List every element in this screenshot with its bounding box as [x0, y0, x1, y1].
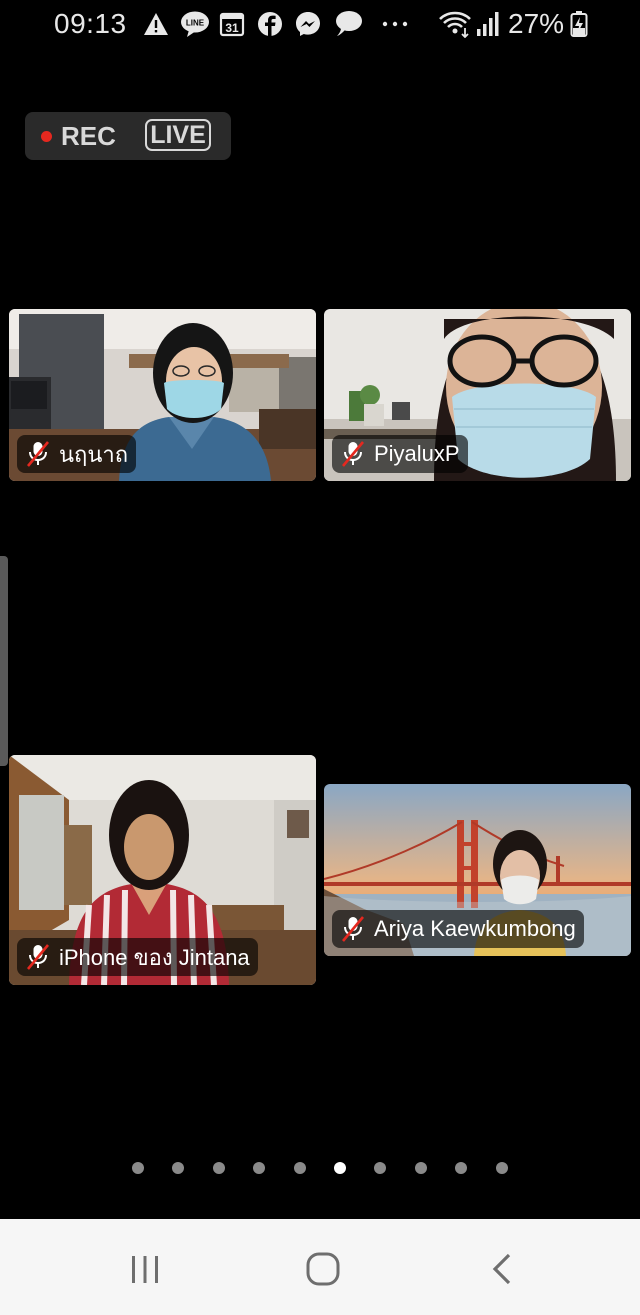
more-dots-icon	[382, 10, 408, 38]
rec-label: REC	[61, 121, 116, 151]
participant-video-tile[interactable]: iPhone ของ Jintana	[9, 755, 316, 985]
page-dot[interactable]	[132, 1162, 144, 1174]
back-icon[interactable]	[483, 1249, 523, 1289]
home-icon[interactable]	[303, 1249, 343, 1289]
participant-video-tile[interactable]: Ariya Kaewkumbong	[324, 784, 631, 956]
participant-name: นฤนาถ	[59, 441, 129, 467]
calendar-day: 31	[225, 21, 239, 35]
participant-name-bar: Ariya Kaewkumbong	[332, 910, 584, 948]
chat-bubble-icon	[333, 10, 363, 38]
messenger-icon	[295, 10, 321, 38]
recording-indicator[interactable]: REC LIVE	[25, 112, 231, 160]
page-dot[interactable]	[172, 1162, 185, 1174]
page-dot[interactable]	[334, 1162, 346, 1174]
line-app-label: LINE	[186, 19, 205, 28]
participant-name-bar: PiyaluxP	[332, 435, 468, 473]
alert-icon	[143, 10, 169, 38]
mic-muted-icon	[342, 916, 364, 942]
battery-charging-icon	[570, 10, 588, 38]
page-dot[interactable]	[495, 1162, 508, 1174]
participant-name-bar: iPhone ของ Jintana	[17, 938, 258, 976]
page-dot[interactable]	[293, 1162, 306, 1174]
record-dot-icon	[41, 131, 52, 142]
signal-icon	[476, 10, 500, 38]
participant-name: PiyaluxP	[374, 441, 460, 466]
participant-name-bar: นฤนาถ	[17, 435, 137, 473]
participant-name: iPhone ของ Jintana	[59, 944, 250, 970]
live-badge[interactable]: LIVE	[145, 119, 211, 151]
mic-muted-icon	[27, 944, 49, 970]
page-dot[interactable]	[253, 1162, 266, 1174]
calendar-icon: 31	[219, 10, 245, 38]
system-nav-bar	[0, 1219, 640, 1315]
page-dot[interactable]	[374, 1162, 387, 1174]
page-indicator[interactable]	[0, 1160, 640, 1178]
participant-name: Ariya Kaewkumbong	[374, 916, 576, 941]
page-dot[interactable]	[212, 1162, 225, 1174]
recent-apps-icon[interactable]	[125, 1249, 165, 1289]
page-dot[interactable]	[455, 1162, 468, 1174]
facebook-icon	[257, 10, 283, 38]
page-dot[interactable]	[414, 1162, 427, 1174]
wifi-icon	[438, 10, 472, 38]
mic-muted-icon	[342, 441, 364, 467]
line-app-icon: LINE	[180, 10, 210, 38]
participant-video-tile[interactable]: นฤนาถ	[9, 309, 316, 481]
status-bar: 09:13 LINE 31 27%	[0, 0, 640, 48]
battery-percent: 27%	[508, 8, 565, 39]
status-time: 09:13	[54, 8, 127, 39]
participant-video-tile[interactable]: PiyaluxP	[324, 309, 631, 481]
mic-muted-icon	[27, 441, 49, 467]
side-scroll-handle[interactable]	[0, 556, 8, 766]
